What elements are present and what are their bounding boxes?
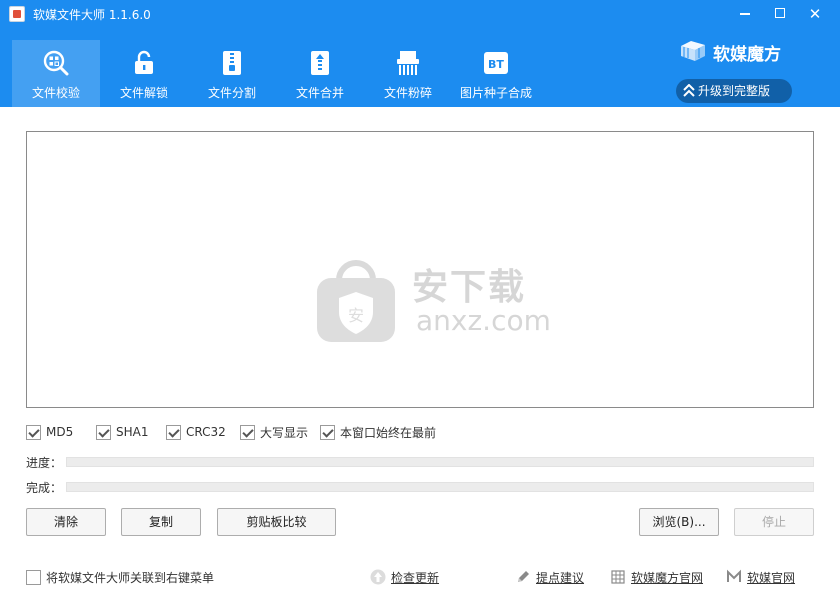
checkbox-always-on-top[interactable]: 本窗口始终在最前 — [320, 423, 436, 441]
tab-file-shred[interactable]: 文件粉碎 — [364, 40, 452, 107]
ruanmei-site-link[interactable]: 软媒官网 — [726, 568, 795, 586]
checkbox-label: MD5 — [46, 425, 74, 439]
close-button[interactable]: ✕ — [804, 4, 826, 24]
copy-button[interactable]: 复制 — [121, 508, 201, 536]
svg-text:BT: BT — [488, 58, 504, 71]
watermark: 安 安下载 anxz.com — [313, 256, 551, 348]
checkbox-crc32[interactable]: CRC32 — [166, 423, 226, 441]
tab-file-unlock[interactable]: 文件解锁 — [100, 40, 188, 107]
app-icon — [9, 6, 25, 22]
suggest-text: 提点建议 — [536, 570, 585, 585]
checkbox-box[interactable] — [320, 424, 335, 440]
tab-file-split[interactable]: 文件分割 — [188, 40, 276, 107]
app-title: 软媒文件大师 1.1.6.0 — [33, 8, 151, 22]
tab-image-seed[interactable]: BT 图片种子合成 — [452, 40, 540, 107]
progress-bar — [66, 457, 814, 467]
checkbox-box[interactable] — [240, 424, 255, 440]
clipboard-compare-button[interactable]: 剪贴板比较 — [217, 508, 336, 536]
checkbox-uppercase[interactable]: 大写显示 — [240, 423, 308, 441]
tab-file-merge[interactable]: 文件合并 — [276, 40, 364, 107]
tab-label: 文件粉碎 — [383, 86, 432, 100]
minimize-icon — [740, 13, 750, 15]
mofang-site-text: 软媒魔方官网 — [631, 570, 704, 585]
checkbox-sha1[interactable]: SHA1 — [96, 423, 148, 441]
title-bar: 软媒文件大师 1.1.6.0 ✕ — [0, 0, 840, 28]
tab-label: 图片种子合成 — [459, 86, 532, 100]
watermark-title: 安下载 — [412, 267, 527, 308]
pen-icon — [518, 571, 529, 582]
grid-cube-icon — [611, 570, 625, 584]
magnifier-qr-icon — [43, 50, 69, 76]
minimize-button[interactable] — [734, 4, 756, 24]
mofang-site-link[interactable]: 软媒魔方官网 — [610, 568, 703, 586]
tab-label: 文件合并 — [295, 86, 344, 100]
check-update-text: 检查更新 — [391, 570, 440, 585]
update-arrow-icon — [370, 569, 386, 585]
ruanmei-site-text: 软媒官网 — [747, 570, 796, 585]
watermark-url: anxz.com — [416, 304, 551, 337]
header-bar: 软媒文件大师 1.1.6.0 ✕ 文件校验 文件解锁 文件分割 文件合并 文件粉… — [0, 0, 840, 107]
context-menu-checkbox[interactable]: 将软媒文件大师关联到右键菜单 — [26, 568, 214, 586]
result-output-area[interactable]: 安 安下载 anxz.com — [26, 131, 814, 408]
maximize-icon — [775, 8, 785, 18]
browse-button[interactable]: 浏览(B)... — [639, 508, 719, 536]
checkbox-box[interactable] — [26, 424, 41, 440]
shredder-icon — [397, 51, 419, 75]
merge-file-icon — [311, 51, 329, 75]
ruanmei-logo-icon — [727, 569, 741, 582]
checkbox-box[interactable] — [96, 424, 111, 440]
checkbox-box[interactable] — [166, 424, 181, 440]
chevron-up-icon — [683, 84, 695, 97]
clear-button[interactable]: 清除 — [26, 508, 106, 536]
complete-label: 完成： — [26, 481, 63, 495]
checkbox-md5[interactable]: MD5 — [26, 423, 73, 441]
brand-cube-icon — [681, 41, 705, 61]
unlock-icon — [135, 50, 153, 74]
tab-label: 文件分割 — [207, 86, 256, 100]
complete-bar — [66, 482, 814, 492]
shield-bag-icon: 安 — [317, 260, 395, 342]
checkbox-label: 本窗口始终在最前 — [340, 425, 437, 440]
stop-button[interactable]: 停止 — [734, 508, 814, 536]
bt-icon: BT — [484, 52, 508, 74]
check-update-link[interactable]: 检查更新 — [370, 568, 439, 586]
checkbox-label: SHA1 — [116, 425, 149, 439]
suggest-link[interactable]: 提点建议 — [515, 568, 584, 586]
tab-file-verify[interactable]: 文件校验 — [12, 40, 100, 107]
checkbox-box[interactable] — [26, 569, 41, 585]
context-menu-label: 将软媒文件大师关联到右键菜单 — [46, 570, 215, 585]
upgrade-label: 升级到完整版 — [698, 84, 771, 98]
checkbox-label: 大写显示 — [260, 425, 309, 440]
maximize-button[interactable] — [769, 4, 791, 24]
upgrade-button[interactable]: 升级到完整版 — [676, 79, 792, 103]
brand-name: 软媒魔方 — [713, 45, 781, 65]
zipper-file-icon — [223, 51, 241, 75]
progress-label: 进度： — [26, 456, 63, 470]
checkbox-label: CRC32 — [186, 425, 226, 439]
tab-label: 文件校验 — [31, 86, 80, 100]
tab-label: 文件解锁 — [119, 86, 168, 100]
close-icon: ✕ — [808, 5, 822, 23]
watermark-shield-text: 安 — [348, 306, 364, 325]
